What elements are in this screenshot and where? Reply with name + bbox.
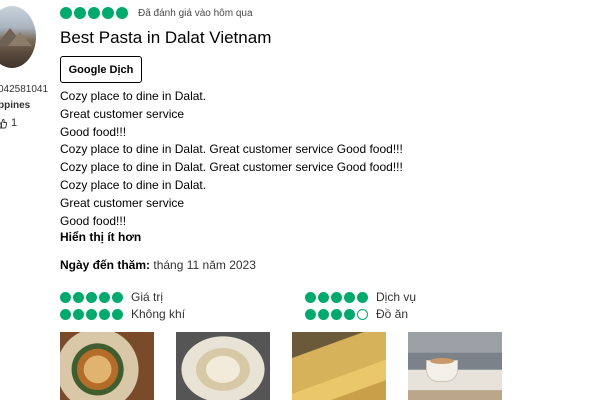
- review-photos: [60, 332, 502, 400]
- filled-bubble-icon: [318, 291, 329, 303]
- review-line: Good food!!!: [60, 124, 127, 139]
- review-body: Cozy place to dine in Dalat. Great custom…: [60, 88, 580, 230]
- review-rating-row: Đã đánh giá vào hôm qua: [60, 7, 253, 19]
- filled-bubble-icon: [116, 7, 128, 19]
- sub-rating-label: Dịch vụ: [376, 290, 417, 304]
- rating-bubbles: [60, 308, 123, 320]
- rating-bubbles: [60, 291, 123, 303]
- thumbs-up-icon: [0, 118, 7, 129]
- review-line: Cozy place to dine in Dalat.: [60, 177, 207, 192]
- mountain-shape: [8, 32, 32, 46]
- sub-rating-atmosphere: Không khí: [60, 307, 185, 321]
- rating-bubbles: [305, 291, 368, 303]
- filled-bubble-icon: [305, 291, 316, 303]
- filled-bubble-icon: [73, 308, 84, 320]
- review-line: Great customer service: [60, 106, 185, 121]
- review-line: Great customer service: [60, 195, 185, 210]
- pasta-plate-photo[interactable]: [176, 332, 270, 400]
- burger-plate-photo[interactable]: [60, 332, 154, 400]
- sub-rating-value: Giá trị: [60, 290, 163, 304]
- baked-bread-photo[interactable]: [292, 332, 386, 400]
- review-line: Good food!!!: [60, 213, 127, 228]
- filled-bubble-icon: [60, 7, 72, 19]
- filled-bubble-icon: [102, 7, 114, 19]
- filled-bubble-icon: [331, 291, 342, 303]
- filled-bubble-icon: [112, 291, 123, 303]
- filled-bubble-icon: [60, 308, 71, 320]
- visit-date-label: Ngày đến thăm:: [60, 258, 151, 272]
- filled-bubble-icon: [74, 7, 86, 19]
- user-location: ppines: [0, 100, 31, 111]
- coffee-cup-photo[interactable]: [408, 332, 502, 400]
- review-line: Cozy place to dine in Dalat. Great custo…: [60, 142, 403, 157]
- review-title[interactable]: Best Pasta in Dalat Vietnam: [60, 28, 271, 48]
- filled-bubble-icon: [305, 308, 316, 320]
- filled-bubble-icon: [73, 291, 84, 303]
- review-line: Cozy place to dine in Dalat.: [60, 89, 207, 103]
- review-line: Cozy place to dine in Dalat. Great custo…: [60, 160, 403, 175]
- sub-rating-label: Không khí: [131, 307, 186, 321]
- filled-bubble-icon: [344, 308, 355, 320]
- rating-bubbles: [305, 308, 368, 320]
- filled-bubble-icon: [344, 291, 355, 303]
- google-translate-button[interactable]: Google Dịch: [60, 56, 142, 83]
- filled-bubble-icon: [86, 308, 97, 320]
- filled-bubble-icon: [88, 7, 100, 19]
- visit-date: Ngày đến thăm: tháng 11 năm 2023: [60, 258, 256, 272]
- user-avatar[interactable]: [0, 6, 36, 68]
- rating-bubbles: [60, 7, 128, 19]
- sub-rating-label: Đồ ăn: [376, 307, 409, 321]
- user-contributions: 1: [0, 117, 17, 129]
- filled-bubble-icon: [99, 291, 110, 303]
- filled-bubble-icon: [99, 308, 110, 320]
- foam-shape: [430, 358, 454, 364]
- visit-date-value: tháng 11 năm 2023: [153, 258, 256, 272]
- empty-bubble-icon: [357, 308, 368, 320]
- filled-bubble-icon: [318, 308, 329, 320]
- rated-date: Đã đánh giá vào hôm qua: [138, 7, 253, 19]
- contributions-count: 1: [11, 117, 18, 129]
- filled-bubble-icon: [60, 291, 71, 303]
- user-name[interactable]: 042581041: [0, 84, 48, 95]
- filled-bubble-icon: [331, 308, 342, 320]
- sub-rating-service: Dịch vụ: [305, 290, 416, 304]
- show-less-link[interactable]: Hiển thị ít hơn: [60, 230, 141, 244]
- sub-rating-food: Đồ ăn: [305, 307, 408, 321]
- filled-bubble-icon: [112, 308, 123, 320]
- filled-bubble-icon: [86, 291, 97, 303]
- sub-rating-label: Giá trị: [131, 290, 164, 304]
- filled-bubble-icon: [357, 291, 368, 303]
- sub-ratings: Giá trị Dịch vụ Không khí Đồ ăn: [60, 290, 600, 324]
